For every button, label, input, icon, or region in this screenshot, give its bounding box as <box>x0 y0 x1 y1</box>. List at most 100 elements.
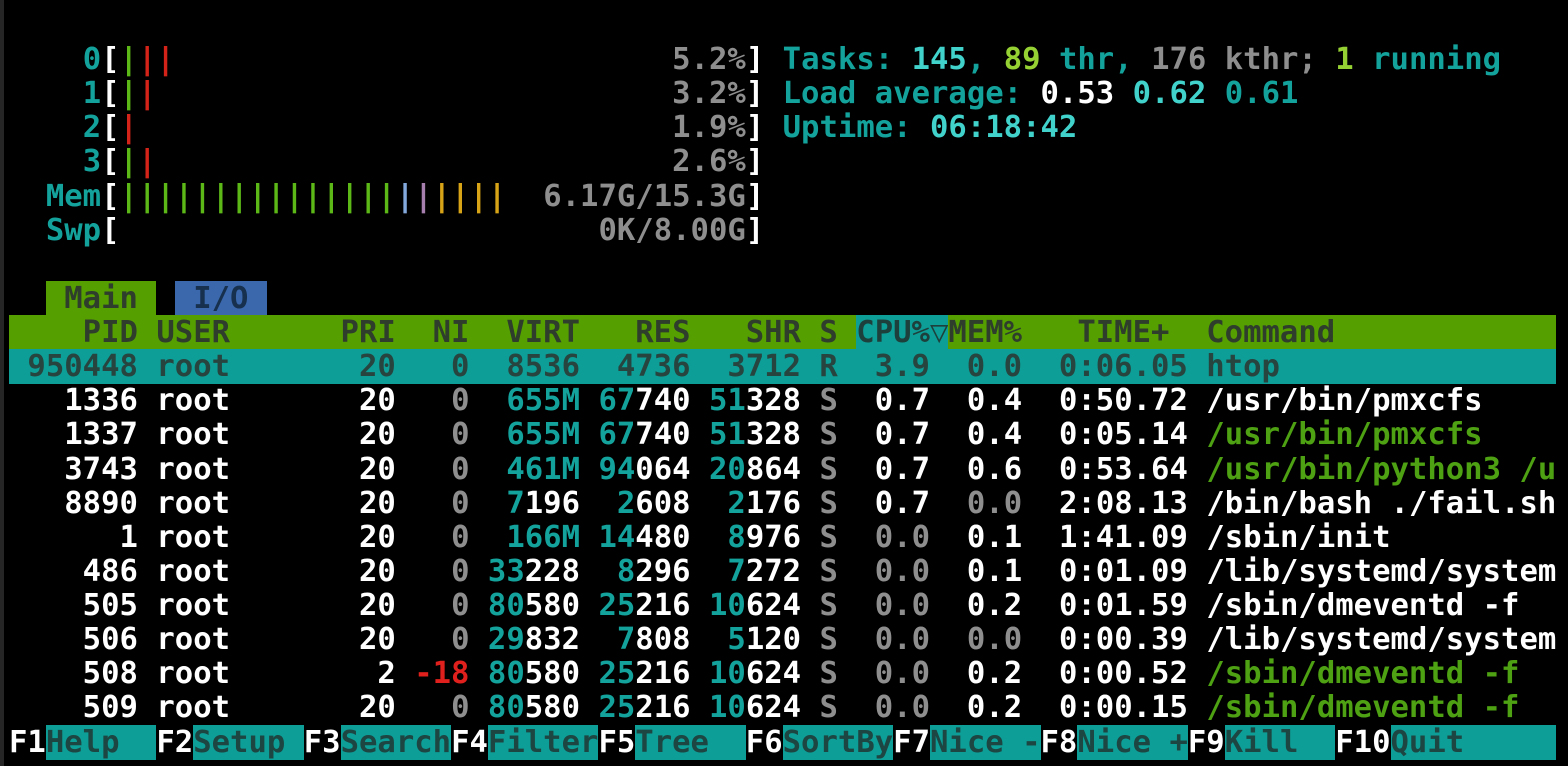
tab-io[interactable]: I/O <box>175 281 267 316</box>
fkey-f1[interactable]: F1 <box>9 725 46 760</box>
fkey-f7[interactable]: F7 <box>893 725 930 760</box>
cpu0-percent: 5.2% <box>672 42 746 77</box>
process-row-486[interactable]: 486 root 20 0 33228 8296 7272 S 0.0 0.1 … <box>9 555 1556 589</box>
text-segment <box>156 281 174 316</box>
text-segment: 506 root 20 <box>9 622 451 657</box>
cpu0-tick-green: | <box>120 42 138 77</box>
text-segment: 10 <box>709 656 746 691</box>
header-right-columns[interactable]: MEM% TIME+ Command <box>948 315 1556 350</box>
process-row-1[interactable]: 1 root 20 0 166M 14480 8976 S 0.0 0.1 1:… <box>9 521 1556 555</box>
text-segment: 80 <box>488 588 525 623</box>
text-segment: 14 <box>598 520 635 555</box>
text-segment <box>1483 383 1557 418</box>
fkey-label-tree[interactable]: Tree <box>635 725 746 760</box>
process-row-3743[interactable]: 3743 root 20 0 461M 94064 20864 S 0.7 0.… <box>9 453 1556 487</box>
cpu0-ticks-red: || <box>138 42 175 77</box>
cpu2-tick-red: | <box>120 110 138 145</box>
fkey-label-kill[interactable]: Kill <box>1225 725 1336 760</box>
fkey-label-quit[interactable]: Quit <box>1391 725 1557 760</box>
text-segment: /sbin/dmeventd -f <box>1206 656 1519 691</box>
terminal-screen: 0[||| 5.2%] Tasks: 145, 89 thr, 176 kthr… <box>4 0 1556 760</box>
text-segment: 976 <box>746 520 820 555</box>
header-sort-column-cpu[interactable]: CPU%▽ <box>856 315 948 350</box>
text-segment: 8890 root 20 <box>9 486 451 521</box>
text-segment: 0 <box>451 622 469 657</box>
text-segment <box>9 179 46 214</box>
text-segment <box>764 42 782 77</box>
fkey-f9[interactable]: F9 <box>1188 725 1225 760</box>
text-segment <box>580 452 598 487</box>
text-segment: 0.0 <box>930 486 1022 521</box>
process-row-508[interactable]: 508 root 2 -18 80580 25216 10624 S 0.0 0… <box>9 657 1556 691</box>
text-segment: 0 <box>451 486 469 521</box>
text-segment <box>1206 76 1224 111</box>
cpu1-tick-green: | <box>120 76 138 111</box>
text-segment: 7 <box>617 622 635 657</box>
text-segment <box>156 144 672 179</box>
text-segment: running <box>1354 42 1501 77</box>
fkey-label-help[interactable]: Help <box>46 725 157 760</box>
header-left-columns[interactable]: PID USER PRI NI VIRT RES SHR S <box>9 315 856 350</box>
fkey-label-nice-minus[interactable]: Nice - <box>930 725 1041 760</box>
process-row-1337[interactable]: 1337 root 20 0 655M 67740 51328 S 0.7 0.… <box>9 418 1556 452</box>
fkey-f3[interactable]: F3 <box>304 725 341 760</box>
text-segment: 2:08.13 /bin/bash ./fail.sh <box>1022 486 1556 521</box>
uptime-label: Uptime: <box>783 110 930 145</box>
text-segment: /usr/bin/python3 /u <box>1206 452 1556 487</box>
fkey-f6[interactable]: F6 <box>746 725 783 760</box>
text-segment: S <box>820 520 838 555</box>
fkey-f10[interactable]: F10 <box>1335 725 1390 760</box>
fkey-label-nice-plus[interactable]: Nice + <box>1077 725 1188 760</box>
text-segment: S <box>820 690 838 725</box>
process-row-1336[interactable]: 1336 root 20 0 655M 67740 51328 S 0.7 0.… <box>9 384 1556 418</box>
meter-bracket: ] <box>746 110 764 145</box>
text-segment: 740 <box>635 417 709 452</box>
fkey-f4[interactable]: F4 <box>451 725 488 760</box>
text-segment: 808 <box>635 622 727 657</box>
selected-process-line: 950448 root 20 0 8536 4736 3712 R 3.9 0.… <box>9 349 1556 384</box>
process-row-506[interactable]: 506 root 20 0 29832 7808 5120 S 0.0 0.0 … <box>9 623 1556 657</box>
text-segment <box>469 486 506 521</box>
fkey-f8[interactable]: F8 <box>1041 725 1078 760</box>
meter-bracket: [ <box>101 42 119 77</box>
cpu1-tick-red: | <box>138 76 156 111</box>
text-segment: 832 <box>525 622 617 657</box>
fkey-f2[interactable]: F2 <box>156 725 193 760</box>
meter-bracket: ] <box>746 42 764 77</box>
text-segment: 196 <box>525 486 617 521</box>
text-segment: 624 <box>746 690 820 725</box>
cpu2-label: 2 <box>83 110 101 145</box>
text-segment: 25 <box>598 588 635 623</box>
process-row-509[interactable]: 509 root 20 0 80580 25216 10624 S 0.0 0.… <box>9 691 1556 725</box>
process-row-8890[interactable]: 8890 root 20 0 7196 2608 2176 S 0.7 0.0 … <box>9 487 1556 521</box>
cpu3-label: 3 <box>83 144 101 179</box>
memory-ticks-cache: |||| <box>433 179 507 214</box>
process-row-950448-selected[interactable]: 950448 root 20 0 8536 4736 3712 R 3.9 0.… <box>9 350 1556 384</box>
cpu3-tick-green: | <box>120 144 138 179</box>
tab-main[interactable]: Main <box>46 281 157 316</box>
tasks-label: Tasks: <box>783 42 912 77</box>
text-segment: 508 root 2 <box>9 656 414 691</box>
uptime-value: 06:18:42 <box>930 110 1077 145</box>
text-segment: 655M <box>488 383 580 418</box>
text-segment: 0.2 0:00.52 <box>930 656 1206 691</box>
text-segment <box>1519 690 1556 725</box>
text-segment: 0.7 <box>838 486 930 521</box>
process-row-505[interactable]: 505 root 20 0 80580 25216 10624 S 0.0 0.… <box>9 589 1556 623</box>
table-header-row: PID USER PRI NI VIRT RES SHR S CPU%▽MEM%… <box>9 316 1556 350</box>
cpu2-percent: 1.9% <box>672 110 746 145</box>
text-segment: 120 <box>746 622 820 657</box>
text-segment: 80 <box>488 656 525 691</box>
text-segment: 0.0 <box>838 656 930 691</box>
memory-label: Mem <box>46 179 101 214</box>
fkey-label-filter[interactable]: Filter <box>488 725 599 760</box>
fkey-label-sortby[interactable]: SortBy <box>783 725 894 760</box>
text-segment: , <box>967 42 1004 77</box>
text-segment <box>469 417 487 452</box>
fkey-label-setup[interactable]: Setup <box>193 725 304 760</box>
text-segment: 29 <box>488 622 525 657</box>
fkey-label-search[interactable]: Search <box>341 725 452 760</box>
fkey-f5[interactable]: F5 <box>598 725 635 760</box>
text-segment: 80 <box>488 690 525 725</box>
text-segment: 10 <box>709 588 746 623</box>
